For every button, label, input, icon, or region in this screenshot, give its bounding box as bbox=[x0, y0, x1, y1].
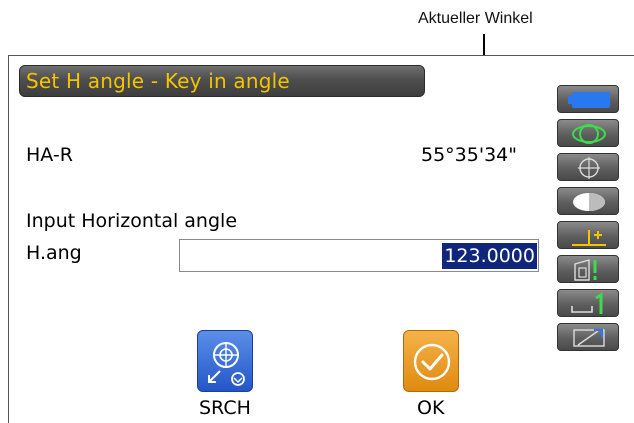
instrument-screen: Set H angle - Key in angle HA-R 55°35'34… bbox=[8, 55, 634, 423]
ha-r-label: HA-R bbox=[26, 144, 73, 166]
callout-label: Aktueller Winkel bbox=[418, 10, 533, 27]
battery-icon[interactable] bbox=[557, 85, 619, 113]
input-prompt: Input Horizontal angle bbox=[26, 210, 238, 232]
tilt-icon[interactable] bbox=[557, 119, 619, 147]
ok-label: OK bbox=[417, 397, 445, 419]
target-number-icon[interactable] bbox=[557, 289, 619, 317]
laser-plummet-icon[interactable] bbox=[557, 255, 619, 283]
ok-button[interactable] bbox=[403, 330, 459, 392]
checkmark-icon bbox=[413, 343, 451, 381]
srch-label: SRCH bbox=[199, 397, 251, 419]
h-ang-label: H.ang bbox=[26, 242, 82, 264]
target-search-icon bbox=[208, 342, 245, 386]
h-ang-input-value[interactable]: 123.0000 bbox=[442, 243, 537, 269]
tilt-value: 0 bbox=[623, 126, 630, 139]
crosshair-icon[interactable] bbox=[557, 153, 619, 181]
input-mode-icon[interactable] bbox=[557, 323, 619, 351]
current-angle-value: 55°35'34" bbox=[421, 144, 517, 166]
h-ang-input[interactable]: 123.0000 bbox=[179, 239, 539, 272]
title-bar: Set H angle - Key in angle bbox=[19, 65, 425, 97]
prism-constant-icon[interactable] bbox=[557, 221, 619, 249]
srch-button[interactable] bbox=[197, 330, 253, 392]
prism-icon[interactable] bbox=[557, 187, 619, 215]
screen-title: Set H angle - Key in angle bbox=[26, 69, 290, 93]
